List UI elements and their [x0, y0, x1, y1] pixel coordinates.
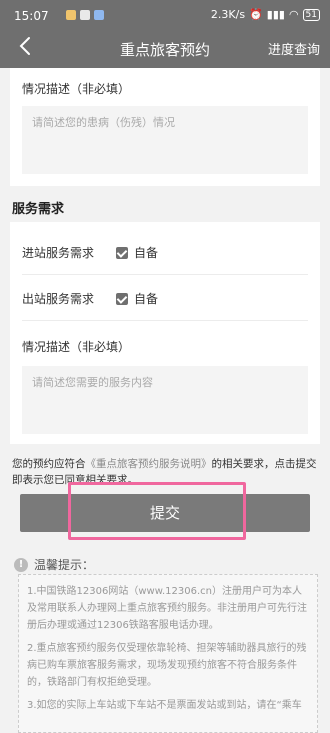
divider — [22, 320, 308, 321]
divider — [22, 274, 308, 275]
app-notification-icon — [80, 10, 90, 20]
entry-self-provided-option[interactable]: 自备 — [116, 244, 158, 261]
tips-section: ! 温馨提示： 1.中国铁路12306网站（www.12306.cn）注册用户可… — [10, 552, 320, 733]
service-card: 进站服务需求 自备 出站服务需求 自备 情况描述（非必填） 请简述您需要的服务内… — [10, 222, 320, 444]
entry-checkbox[interactable] — [116, 246, 128, 259]
network-speed: 2.3K/s — [210, 8, 246, 21]
exit-option-label: 自备 — [134, 292, 159, 306]
service-terms-link[interactable]: 《重点旅客预约服务说明》 — [86, 458, 212, 470]
entry-option-label: 自备 — [134, 246, 159, 260]
status-time: 15:07 — [14, 9, 49, 23]
submit-highlight-box — [68, 482, 246, 540]
tip-item: 3.如您的实际上车站或下车站不是票面发站或到站，请在“乘车 — [27, 700, 302, 711]
battery-icon: 51 — [302, 8, 320, 21]
entry-service-row: 进站服务需求 自备 — [22, 242, 308, 262]
tip-item: 2.重点旅客预约服务仅受理依靠轮椅、担架等辅助器具旅行的残病已购车票旅客服务需求… — [27, 643, 307, 688]
alarm-icon: ⏰ — [249, 8, 263, 21]
service-section-title: 服务需求 — [12, 202, 65, 217]
tips-box: 1.中国铁路12306网站（www.12306.cn）注册用户可为本人及常用联系… — [18, 574, 318, 733]
info-icon: ! — [14, 557, 28, 572]
condition-description-label: 情况描述（非必填） — [22, 82, 131, 96]
exit-checkbox[interactable] — [116, 292, 128, 305]
agreement-prefix: 您的预约应符合 — [12, 458, 86, 470]
service-description-label: 情况描述（非必填） — [22, 340, 131, 354]
wifi-icon: ◠ — [288, 8, 299, 21]
exit-service-label: 出站服务需求 — [22, 292, 95, 306]
service-description-input[interactable]: 请简述您需要的服务内容 — [22, 366, 308, 434]
app-notification-icon — [94, 10, 104, 20]
entry-service-label: 进站服务需求 — [22, 246, 95, 260]
tip-item: 1.中国铁路12306网站（www.12306.cn）注册用户可为本人及常用联系… — [27, 586, 307, 631]
condition-description-input[interactable]: 请简述您的患病（伤残）情况 — [22, 106, 308, 174]
navigation-bar: 重点旅客预约 进度查询 — [0, 28, 330, 68]
notification-icons — [66, 10, 104, 20]
status-bar: 15:07 2.3K/s ⏰ ▮▮▮ ◠ 51 — [0, 0, 330, 28]
app-header: 15:07 2.3K/s ⏰ ▮▮▮ ◠ 51 重点旅客预约 进度查询 — [0, 0, 330, 68]
status-indicators: 2.3K/s ⏰ ▮▮▮ ◠ 51 — [211, 8, 320, 21]
tips-title: 温馨提示： — [34, 558, 95, 572]
signal-icon: ▮▮▮ — [266, 8, 285, 21]
tips-header: ! 温馨提示： — [14, 556, 94, 573]
exit-self-provided-option[interactable]: 自备 — [116, 290, 158, 307]
exit-service-row: 出站服务需求 自备 — [22, 288, 308, 308]
condition-card: 情况描述（非必填） 请简述您的患病（伤残）情况 — [10, 68, 320, 186]
app-notification-icon — [66, 10, 76, 20]
progress-query-link[interactable]: 进度查询 — [268, 39, 320, 58]
